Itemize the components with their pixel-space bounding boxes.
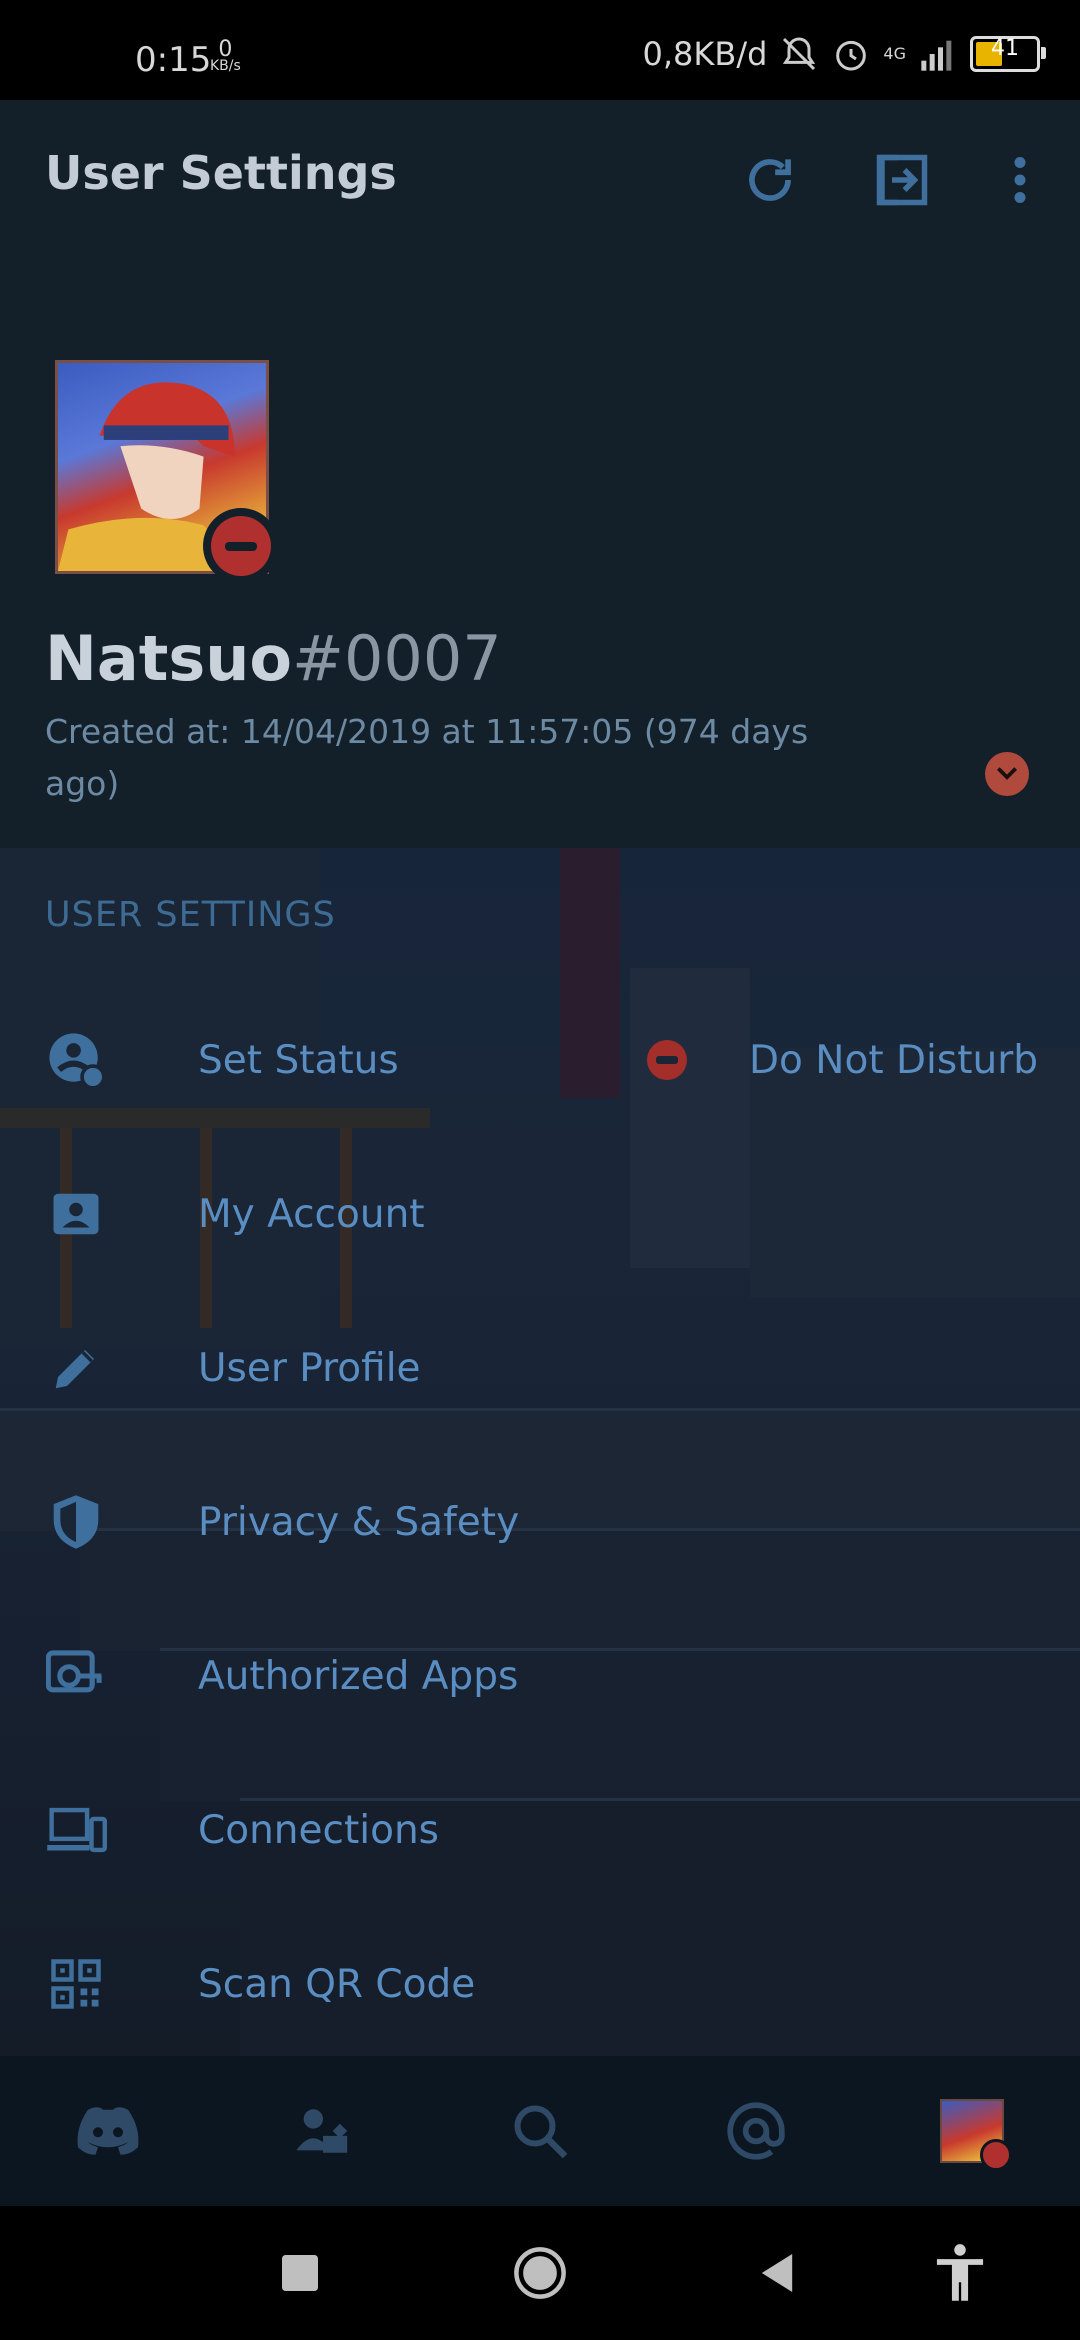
nav-home[interactable]	[68, 2091, 148, 2171]
status-speed-unit: KB/s	[210, 58, 241, 74]
mentions-icon	[727, 2102, 785, 2160]
alarm-icon	[836, 40, 867, 71]
devices-icon	[45, 1799, 107, 1861]
status-time: 0:15	[135, 40, 212, 80]
recents-button[interactable]	[255, 2228, 345, 2318]
shield-icon	[45, 1491, 107, 1553]
profile-avatar[interactable]	[55, 360, 279, 584]
battery-icon: 41	[970, 36, 1046, 72]
signal-icon	[921, 40, 952, 71]
page-title: User Settings	[45, 146, 397, 200]
settings-item-user-profile[interactable]: User Profile	[0, 1318, 1080, 1418]
status-network-label: 4G	[883, 44, 906, 63]
friends-icon	[296, 2109, 348, 2153]
more-options-button[interactable]	[980, 140, 1060, 220]
status-speed-value: 0	[218, 37, 233, 62]
settings-item-label: My Account	[198, 1191, 425, 1237]
settings-item-label: Privacy & Safety	[198, 1499, 520, 1545]
settings-item-privacy-safety[interactable]: Privacy & Safety	[0, 1472, 1080, 1572]
search-icon	[514, 2105, 568, 2159]
bottom-navigation	[0, 2056, 1080, 2206]
settings-item-label: Scan QR Code	[198, 1961, 476, 2007]
status-data-usage: 0,8KB/d	[642, 35, 768, 73]
battery-level: 41	[991, 36, 1019, 61]
settings-item-my-account[interactable]: My Account	[0, 1164, 1080, 1264]
settings-item-label: User Profile	[198, 1345, 421, 1391]
logout-button[interactable]	[862, 140, 942, 220]
mute-bell-icon	[783, 37, 816, 71]
more-vert-icon	[1014, 157, 1026, 203]
nav-profile[interactable]	[932, 2091, 1012, 2171]
username-name: Natsuo	[45, 622, 293, 695]
status-bar: 0:15 0 KB/s 0,8KB/d 4G 41	[0, 0, 1080, 100]
discord-home-icon	[77, 2107, 139, 2155]
nav-search[interactable]	[500, 2091, 580, 2171]
back-triangle-icon	[761, 2254, 793, 2292]
accessibility-button[interactable]	[915, 2228, 1005, 2318]
dnd-status-icon	[647, 1040, 687, 1080]
nav-friends[interactable]	[283, 2091, 363, 2171]
dnd-status-badge	[203, 508, 279, 584]
status-speed: 0 KB/s	[210, 37, 241, 75]
settings-item-label: Connections	[198, 1807, 439, 1853]
qr-code-icon	[45, 1953, 107, 2015]
refresh-button[interactable]	[730, 140, 810, 220]
settings-item-authorized-apps[interactable]: Authorized Apps	[0, 1626, 1080, 1726]
system-navigation-bar	[0, 2206, 1080, 2340]
home-button[interactable]	[495, 2228, 585, 2318]
account-card-icon	[45, 1183, 107, 1245]
status-icon	[45, 1029, 107, 1091]
profile-avatar	[940, 2099, 1012, 2171]
chevron-down-icon	[996, 767, 1018, 780]
refresh-icon	[749, 159, 791, 201]
settings-item-scan-qr-code[interactable]: Scan QR Code	[0, 1934, 1080, 2034]
account-created-date: Created at: 14/04/2019 at 11:57:05 (974 …	[45, 712, 809, 803]
nav-mentions[interactable]	[716, 2091, 796, 2171]
username: Natsuo#0007	[45, 622, 502, 695]
section-title-user-settings: USER SETTINGS	[45, 895, 336, 935]
logout-icon	[876, 154, 928, 206]
back-button[interactable]	[732, 2228, 822, 2318]
username-discriminator: #0007	[292, 622, 502, 695]
settings-item-label: Authorized Apps	[198, 1653, 519, 1699]
key-icon	[45, 1645, 107, 1707]
settings-item-label: Set Status	[198, 1037, 399, 1083]
settings-item-connections[interactable]: Connections	[0, 1780, 1080, 1880]
settings-item-set-status[interactable]: Set Status Do Not Disturb	[0, 1010, 1080, 1110]
pencil-icon	[45, 1337, 107, 1399]
status-network: 4G	[883, 46, 906, 62]
accessibility-icon	[936, 2244, 984, 2301]
current-status-value: Do Not Disturb	[749, 1037, 1038, 1083]
circle-icon	[514, 2247, 566, 2299]
status-right: 0,8KB/d 4G 41	[642, 34, 1046, 74]
square-icon	[282, 2255, 318, 2291]
expand-profile-button[interactable]	[985, 752, 1029, 796]
